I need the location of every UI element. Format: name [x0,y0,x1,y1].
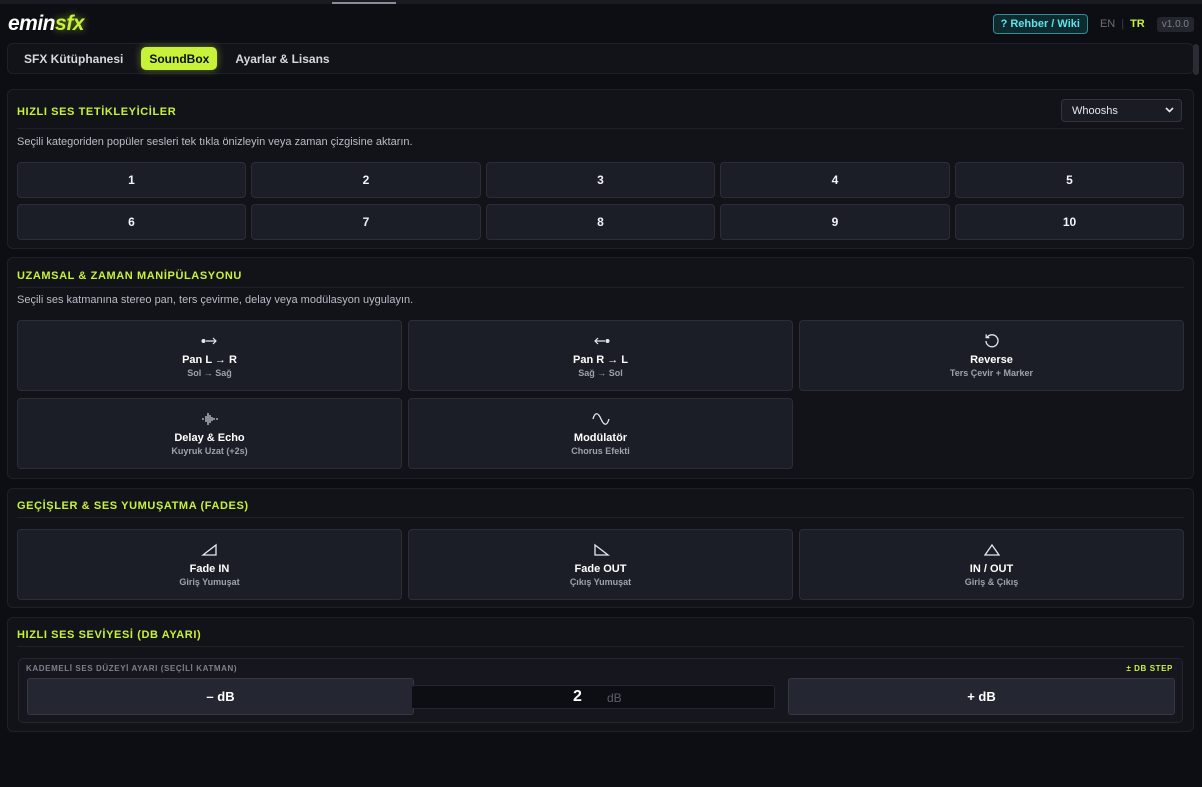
trigger-button-3[interactable]: 3 [486,162,715,198]
category-select-value: Whooshs [1072,104,1118,117]
panel-description: Seçili kategoriden popüler sesleri tek t… [17,136,413,148]
tab-soundbox[interactable]: SoundBox [141,47,218,70]
header: eminsfx ? Rehber / Wiki EN | TR v1.0.0 [0,4,1202,42]
fades-panel: GEÇİŞLER & SES YUMUŞATMA (FADES) Fade IN… [7,488,1194,608]
header-right: ? Rehber / Wiki EN | TR v1.0.0 [992,14,1194,34]
spatial-panel: UZAMSAL & ZAMAN MANİPÜLASYONU Seçili ses… [7,257,1194,479]
trigger-button-6[interactable]: 6 [17,204,246,240]
db-minus-button[interactable]: – dB [27,678,414,715]
divider [17,128,1184,129]
trigger-button-8[interactable]: 8 [486,204,715,240]
sine-wave-icon [591,410,610,428]
db-adjust-box: KADEMELİ SES DÜZEYİ AYARI (SEÇİLİ KATMAN… [18,658,1183,723]
divider [17,287,1184,288]
tab-settings-license[interactable]: Ayarlar & Lisans [227,47,337,70]
db-step-label: ± DB STEP [1126,664,1173,673]
pan-lr-button[interactable]: Pan L → R Sol → Sağ [17,320,402,391]
category-select[interactable]: Whooshs [1061,99,1182,122]
lang-tr-button[interactable]: TR [1130,18,1145,30]
db-adjust-label: KADEMELİ SES DÜZEYİ AYARI (SEÇİLİ KATMAN… [26,664,238,673]
fade-in-icon [200,541,219,559]
pan-right-icon [201,332,219,350]
quick-triggers-panel: HIZLI SES TETİKLEYİCİLER Whooshs Seçili … [7,89,1194,249]
fade-in-out-button[interactable]: IN / OUT Giriş & Çıkış [799,529,1184,600]
db-plus-button[interactable]: + dB [788,678,1175,715]
chevron-down-icon [1164,104,1175,116]
panel-title: GEÇİŞLER & SES YUMUŞATMA (FADES) [17,500,249,512]
fade-out-button[interactable]: Fade OUT Çıkış Yumuşat [408,529,793,600]
panel-title: HIZLI SES SEVİYESİ (DB AYARI) [17,629,202,641]
tab-sfx-library[interactable]: SFX Kütüphanesi [16,47,131,70]
volume-panel: HIZLI SES SEVİYESİ (DB AYARI) KADEMELİ S… [7,617,1194,732]
panel-description: Seçili ses katmanına stereo pan, ters çe… [17,294,414,306]
divider [17,646,1184,647]
pan-left-icon [592,332,610,350]
fade-in-button[interactable]: Fade IN Giriş Yumuşat [17,529,402,600]
logo: eminsfx [8,12,84,35]
db-unit: dB [607,691,622,705]
trigger-button-4[interactable]: 4 [720,162,950,198]
modulator-button[interactable]: Modülatör Chorus Efekti [408,398,793,469]
trigger-button-7[interactable]: 7 [251,204,481,240]
panel-title: HIZLI SES TETİKLEYİCİLER [17,106,177,118]
scrollbar[interactable] [1193,44,1199,75]
trigger-button-10[interactable]: 10 [955,204,1184,240]
delay-echo-button[interactable]: Delay & Echo Kuyruk Uzat (+2s) [17,398,402,469]
reverse-icon [983,332,1001,350]
waveform-icon [201,410,219,428]
panel-title: UZAMSAL & ZAMAN MANİPÜLASYONU [17,270,242,282]
lang-separator: | [1121,18,1125,30]
reverse-button[interactable]: Reverse Ters Çevir + Marker [799,320,1184,391]
pan-rl-button[interactable]: Pan R → L Sağ → Sol [408,320,793,391]
divider [17,517,1184,518]
fade-out-icon [592,541,610,559]
trigger-button-9[interactable]: 9 [720,204,950,240]
version-badge: v1.0.0 [1156,16,1194,32]
trigger-button-1[interactable]: 1 [17,162,246,198]
db-value: 2 [573,688,582,705]
fade-in-out-icon [983,541,1001,559]
main-tabs: SFX Kütüphanesi SoundBox Ayarlar & Lisan… [7,43,1199,75]
wiki-button[interactable]: ? Rehber / Wiki [992,14,1088,34]
db-value-field[interactable]: 2 dB [411,685,775,709]
trigger-button-2[interactable]: 2 [251,162,481,198]
trigger-button-5[interactable]: 5 [955,162,1184,198]
lang-en-button[interactable]: EN [1100,18,1115,30]
